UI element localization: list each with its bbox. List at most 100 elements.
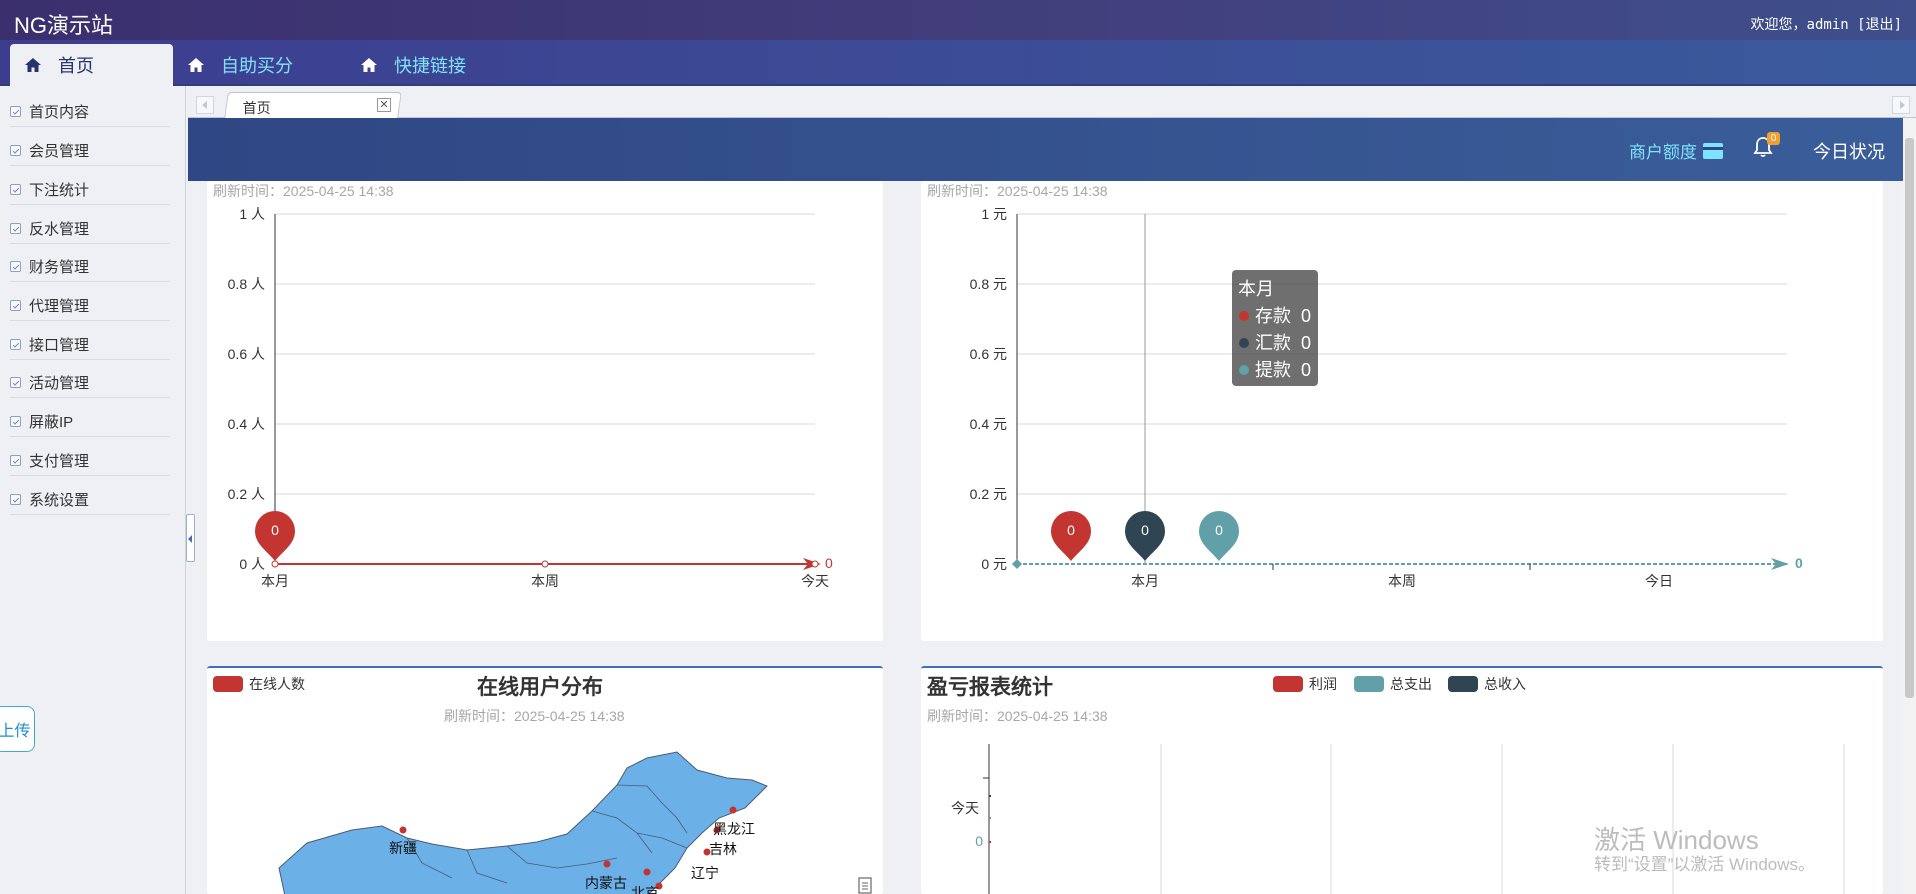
sidebar-item-label: 接口管理: [29, 337, 90, 354]
tooltip-row-value: 0: [1301, 306, 1311, 326]
tooltip-title: 本月: [1238, 279, 1274, 299]
welcome-text: 欢迎您，admin [退出]: [1751, 14, 1902, 34]
map-region-label: 北京: [631, 885, 659, 894]
home-icon: [25, 58, 41, 72]
y-category-label: 今天: [951, 800, 979, 816]
sidebar-item-agents[interactable]: 代理管理: [10, 291, 170, 321]
upload-button[interactable]: 上传: [0, 706, 35, 752]
map-region-label: 吉林: [709, 841, 737, 857]
close-icon[interactable]: ✕: [377, 98, 391, 112]
activation-watermark-subtitle: 转到“设置”以激活 Windows。: [1594, 855, 1816, 874]
data-point: [811, 560, 819, 568]
merchant-quota-link[interactable]: 商户额度: [1629, 138, 1723, 163]
checkbox-icon: [10, 184, 21, 195]
china-map[interactable]: 新疆 内蒙古 黑龙江 吉林 辽宁 北京: [207, 668, 883, 894]
nav-tab-quick-links[interactable]: 快捷链接: [346, 44, 466, 86]
sidebar-collapse-handle[interactable]: [186, 514, 195, 562]
map-dot: [399, 826, 407, 834]
data-view-icon[interactable]: [858, 877, 872, 894]
y-tick-label: 0.6 人: [228, 346, 265, 362]
sidebar-item-label: 财务管理: [29, 259, 90, 276]
home-icon: [188, 58, 204, 72]
tab-scroll-left-button[interactable]: [196, 96, 214, 114]
sidebar-item-label: 下注统计: [29, 182, 90, 199]
top-bar: NG演示站 欢迎您，admin [退出]: [0, 0, 1916, 40]
sidebar-item-label: 支付管理: [29, 453, 90, 470]
x-tick-label: 今日: [1645, 573, 1673, 589]
marker-pin-label: 0: [271, 522, 279, 538]
tooltip-row-value: 0: [1301, 360, 1311, 380]
sidebar-item-api[interactable]: 接口管理: [10, 330, 170, 360]
today-status-link[interactable]: 今日状况: [1813, 138, 1885, 164]
checkbox-icon: [10, 377, 21, 388]
sidebar-item-label: 代理管理: [29, 298, 90, 315]
tooltip-row-name: 存款: [1255, 306, 1291, 326]
marker-pin-label: 0: [1067, 522, 1075, 538]
checkbox-icon: [10, 261, 21, 272]
main-nav: 首页 自助买分 快捷链接: [0, 40, 1916, 86]
sidebar-item-home-content[interactable]: 首页内容: [10, 97, 170, 127]
tab-scroll-right-button[interactable]: [1892, 96, 1910, 114]
map-dot: [729, 806, 737, 814]
y-tick-label: 0 人: [239, 556, 265, 572]
sidebar-item-rebate[interactable]: 反水管理: [10, 214, 170, 244]
tooltip: 本月 存款 0 汇款 0 提款 0: [1232, 270, 1318, 386]
nav-tab-home[interactable]: 首页: [10, 44, 173, 86]
brand-title: NG演示站: [14, 13, 114, 38]
data-point: [541, 560, 549, 568]
map-region-label: 黑龙江: [713, 821, 755, 837]
sidebar-item-block-ip[interactable]: 屏蔽IP: [10, 407, 170, 437]
sidebar: 首页内容 会员管理 下注统计 反水管理 财务管理 代理管理 接口管理 活动管理 …: [0, 86, 186, 894]
sidebar-item-activities[interactable]: 活动管理: [10, 368, 170, 398]
data-point: [271, 560, 279, 568]
sidebar-item-label: 屏蔽IP: [29, 414, 74, 431]
sidebar-item-payment[interactable]: 支付管理: [10, 446, 170, 476]
x-tick-label: 本周: [531, 573, 559, 589]
x-tick-label: 今天: [801, 573, 829, 589]
logout-link[interactable]: 退出: [1866, 17, 1894, 33]
sidebar-item-finance[interactable]: 财务管理: [10, 252, 170, 282]
grid-lines: [1017, 213, 1787, 495]
tooltip-dot-remit: [1239, 338, 1249, 348]
checkbox-icon: [10, 339, 21, 350]
page-tab-home[interactable]: 首页 ✕: [224, 92, 402, 118]
nav-tab-label: 快捷链接: [394, 56, 466, 76]
sidebar-item-bet-stats[interactable]: 下注统计: [10, 175, 170, 205]
y-tick-label: 0 元: [981, 556, 1007, 572]
checkbox-icon: [10, 106, 21, 117]
users-line-chart: 1 人 0.8 人 0.6 人 0.4 人 0.2 人 0 人 0 0 本月 本…: [228, 206, 833, 589]
map-region-label: 内蒙古: [585, 875, 627, 891]
checkbox-icon: [10, 145, 21, 156]
y-tick-label: 1 元: [981, 206, 1007, 222]
sidebar-item-label: 活动管理: [29, 375, 90, 392]
map-dot: [603, 860, 611, 868]
checkbox-icon: [10, 223, 21, 234]
map-region-label: 新疆: [389, 840, 417, 856]
map-region-label: 辽宁: [691, 865, 719, 881]
checkbox-icon: [10, 300, 21, 311]
sidebar-item-label: 系统设置: [29, 492, 90, 509]
credit-card-icon: [1703, 142, 1723, 159]
users-chart-panel: 刷新时间：2025-04-25 14:38 1 人 0.8 人 0.6 人 0.…: [207, 181, 883, 641]
welcome-label: 欢迎您，admin [: [1750, 17, 1866, 33]
tooltip-dot-withdraw: [1239, 365, 1249, 375]
y-tick-label: 0.2 人: [228, 486, 265, 502]
nav-tab-label: 首页: [58, 56, 94, 76]
x-tick-label: 本月: [1131, 573, 1159, 589]
page-tab-strip: 首页 ✕: [188, 90, 1916, 118]
sidebar-item-members[interactable]: 会员管理: [10, 136, 170, 166]
x-tick-label: 本月: [261, 573, 289, 589]
y-tick-label: 0.8 元: [970, 276, 1007, 292]
sidebar-item-label: 反水管理: [29, 221, 90, 238]
notification-button[interactable]: 0: [1753, 132, 1780, 162]
nav-tab-buy-points[interactable]: 自助买分: [173, 44, 293, 86]
tooltip-dot-deposit: [1239, 311, 1249, 321]
marker-pin-label: 0: [1215, 522, 1223, 538]
nav-tab-label: 自助买分: [221, 56, 293, 76]
y-tick-label: 0.4 元: [970, 416, 1007, 432]
sidebar-item-settings[interactable]: 系统设置: [10, 485, 170, 515]
vertical-scrollbar[interactable]: [1903, 118, 1916, 894]
y-tick-label: 0.4 人: [228, 416, 265, 432]
marker-pin-label: 0: [1141, 522, 1149, 538]
scrollbar-thumb[interactable]: [1905, 138, 1914, 698]
